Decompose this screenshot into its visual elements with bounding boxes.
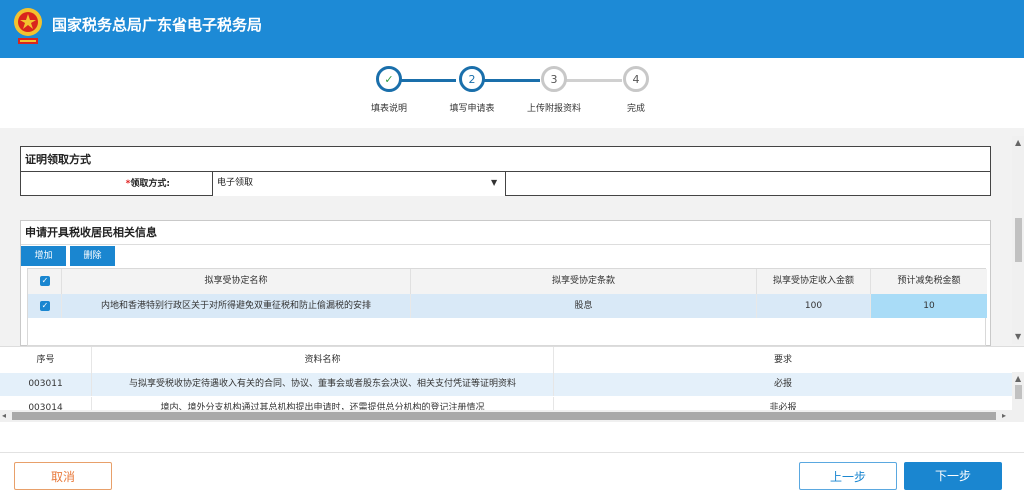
next-step-button[interactable]: 下一步 [904,462,1002,490]
cancel-button[interactable]: 取消 [14,462,112,490]
prev-step-button[interactable]: 上一步 [799,462,897,490]
caret-down-icon[interactable]: ▼ [491,172,497,194]
cert-method-empty-cell [506,172,990,196]
documents-vertical-scrollbar[interactable]: ▲ [1012,372,1024,422]
agreement-table: ✓ 拟享受协定名称 拟享受协定条款 拟享受协定收入金额 预计减免税金额 ✓ 内地… [27,268,987,346]
step-4-circle: 4 [623,66,649,92]
step-connector-pending [566,79,622,82]
progress-steps [0,58,1024,128]
national-tax-emblem-icon [10,5,46,49]
docs-scroll-up-icon[interactable]: ▲ [1015,374,1021,384]
doc-row-1-requirement[interactable]: 必报 [554,373,1012,396]
resident-info-panel: 申请开具税收居民相关信息 增加 删除 ✓ 拟享受协定名称 拟享受协定条款 拟享受… [20,220,991,346]
scroll-right-icon[interactable]: ▸ [1002,411,1006,421]
step-3-circle: 3 [541,66,567,92]
row-checkbox[interactable]: ✓ [40,301,50,311]
step-connector-done [400,79,456,82]
table-row-income[interactable]: 100 [757,294,871,318]
step-2-label: 填写申请表 [449,104,495,114]
table-row-reduction[interactable]: 10 [871,294,987,318]
cert-method-panel: 证明领取方式 *领取方式: 电子领取 ▼ [20,146,991,196]
scrollbar-thumb[interactable] [1015,218,1022,262]
col-agreement-name: 拟享受协定名称 [62,269,411,294]
delete-row-button[interactable]: 删除 [70,246,115,266]
add-row-button[interactable]: 增加 [21,246,66,266]
step-1-check-icon: ✓ [376,66,402,92]
table-row-checkbox-cell: ✓ [28,294,62,318]
resident-info-title: 申请开具税收居民相关信息 [21,221,990,245]
horizontal-scrollbar[interactable]: ◂ ▸ [0,410,1012,422]
cert-method-label: 领取方式: [130,179,170,189]
hscroll-thumb[interactable] [12,412,996,420]
select-all-checkbox[interactable]: ✓ [40,276,50,286]
doc-row-1-name[interactable]: 与拟享受税收协定待遇收入有关的合同、协议、董事会或者股东会决议、相关支付凭证等证… [92,373,554,396]
step-3-label: 上传附报资料 [526,104,581,114]
scroll-up-icon[interactable]: ▲ [1015,138,1021,148]
doc-row-1-id[interactable]: 003011 [0,373,92,396]
cert-method-title: 证明领取方式 [21,147,990,172]
app-window: 国家税务总局广东省电子税务局 ✓ 2 3 4 填表说明 填写申请表 上传附报资料… [0,0,1024,496]
col-income-amount: 拟享受协定收入金额 [757,269,871,294]
table-row-agreement[interactable]: 内地和香港特别行政区关于对所得避免双重征税和防止偷漏税的安排 [62,294,411,318]
step-1-label: 填表说明 [370,104,407,114]
col-agreement-clause: 拟享受协定条款 [411,269,757,294]
col-doc-id: 序号 [0,347,92,373]
table-row-clause[interactable]: 股息 [411,294,757,318]
col-doc-name: 资料名称 [92,347,554,373]
vertical-scrollbar[interactable]: ▲ ▼ [1012,136,1024,344]
cert-method-select-value: 电子领取 [217,178,254,188]
app-title: 国家税务总局广东省电子税务局 [52,16,263,34]
docs-vscroll-thumb[interactable] [1015,385,1022,399]
cert-method-select[interactable]: 电子领取 ▼ [213,172,506,196]
step-2-circle: 2 [459,66,485,92]
col-doc-requirement: 要求 [773,355,792,365]
step-4-label: 完成 [626,104,645,114]
select-all-cell: ✓ [28,269,62,294]
footer-bar: 取消 上一步 下一步 [0,452,1024,496]
cert-method-label-cell: *领取方式: [21,172,213,196]
top-header: 国家税务总局广东省电子税务局 [0,0,1024,58]
col-reduction-amount: 预计减免税金额 [871,269,987,294]
step-connector-current [484,79,540,82]
scroll-down-icon[interactable]: ▼ [1015,332,1021,342]
scroll-left-icon[interactable]: ◂ [2,411,6,421]
